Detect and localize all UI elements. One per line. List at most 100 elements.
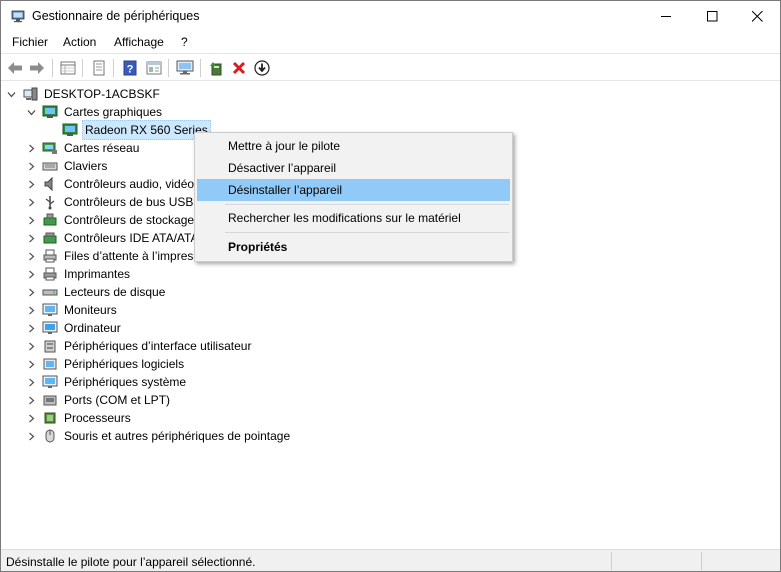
port-icon — [42, 392, 58, 408]
status-text: Désinstalle le pilote pour l’appareil sé… — [6, 555, 256, 569]
tree-category[interactable]: Périphériques logiciels — [26, 355, 186, 373]
ctx-disable-device[interactable]: Désactiver l’appareil — [197, 157, 510, 179]
ctx-properties[interactable]: Propriétés — [197, 236, 510, 258]
device-label: Radeon RX 560 Series — [82, 120, 211, 140]
ctx-scan-hardware[interactable]: Rechercher les modifications sur le maté… — [197, 207, 510, 229]
toolbar-separator — [82, 59, 83, 77]
expand-chevron-icon[interactable] — [26, 211, 36, 229]
tree-category[interactable]: Périphériques système — [26, 373, 188, 391]
keyboard-icon — [42, 158, 58, 174]
tree-category[interactable]: Moniteurs — [26, 301, 119, 319]
tree-category[interactable]: Lecteurs de disque — [26, 283, 167, 301]
expand-chevron-icon[interactable] — [26, 427, 36, 445]
uninstall-icon[interactable] — [229, 58, 249, 78]
ctx-separator — [225, 232, 509, 233]
category-label: Moniteurs — [64, 303, 117, 317]
expand-chevron-icon[interactable] — [26, 175, 36, 193]
toolbar-separator — [168, 59, 169, 77]
category-label: Périphériques d’interface utilisateur — [64, 339, 252, 353]
menu-action[interactable]: Action — [63, 35, 96, 49]
category-label: Processeurs — [64, 411, 131, 425]
system-device-icon — [42, 374, 58, 390]
display-adapter-icon — [62, 122, 78, 138]
maximize-button[interactable] — [689, 1, 735, 32]
toolbar: ? — [1, 53, 780, 81]
tree-category[interactable]: Contrôleurs de stockage — [26, 211, 196, 229]
expand-chevron-icon[interactable] — [26, 247, 36, 265]
forward-icon[interactable] — [27, 58, 47, 78]
monitor-scan-icon[interactable] — [175, 58, 195, 78]
expand-chevron-icon[interactable] — [26, 355, 36, 373]
category-label: Cartes graphiques — [64, 105, 163, 119]
update-driver-icon[interactable] — [89, 58, 109, 78]
expand-chevron-icon[interactable] — [26, 337, 36, 355]
minimize-button[interactable] — [643, 1, 689, 32]
menu-help[interactable]: ? — [181, 35, 188, 49]
monitor-icon — [42, 302, 58, 318]
expand-chevron-icon[interactable] — [26, 229, 36, 247]
expand-chevron-icon[interactable] — [26, 283, 36, 301]
category-label: Ordinateur — [64, 321, 121, 335]
expand-chevron-icon[interactable] — [26, 301, 36, 319]
collapse-chevron-icon[interactable] — [6, 85, 16, 103]
tree-category[interactable]: Périphériques d’interface utilisateur — [26, 337, 253, 355]
view-icon[interactable] — [144, 58, 164, 78]
expand-chevron-icon[interactable] — [26, 319, 36, 337]
tree-category[interactable]: Cartes réseau — [26, 139, 141, 157]
tree-category[interactable]: Contrôleurs IDE ATA/ATA — [26, 229, 200, 247]
expand-chevron-icon[interactable] — [26, 193, 36, 211]
category-label: Souris et autres périphériques de pointa… — [64, 429, 291, 443]
expand-chevron-icon[interactable] — [26, 157, 36, 175]
add-driver-icon[interactable] — [206, 58, 226, 78]
title-bar[interactable]: Gestionnaire de périphériques — [1, 1, 780, 32]
category-label: Contrôleurs de bus USB — [64, 195, 194, 209]
tree-category[interactable]: Souris et autres périphériques de pointa… — [26, 427, 292, 445]
toolbar-separator — [200, 59, 201, 77]
window-title: Gestionnaire de périphériques — [32, 9, 200, 23]
menu-bar: Fichier Action Affichage ? — [1, 32, 780, 53]
toolbar-separator — [52, 59, 53, 77]
expand-chevron-icon[interactable] — [26, 139, 36, 157]
tree-category[interactable]: Ports (COM et LPT) — [26, 391, 172, 409]
category-label: Claviers — [64, 159, 108, 173]
tree-category[interactable]: Processeurs — [26, 409, 133, 427]
category-label: Lecteurs de disque — [64, 285, 166, 299]
category-label: Imprimantes — [64, 267, 131, 281]
tree-category[interactable]: Imprimantes — [26, 265, 132, 283]
tree-category[interactable]: Contrôleurs de bus USB — [26, 193, 195, 211]
expand-chevron-icon[interactable] — [26, 409, 36, 427]
svg-text:?: ? — [127, 64, 134, 76]
status-bar: Désinstalle le pilote pour l’appareil sé… — [1, 549, 780, 571]
category-label: Files d’attente à l’impres — [64, 249, 194, 263]
status-divider — [611, 552, 612, 570]
software-device-icon — [42, 356, 58, 372]
menu-affichage[interactable]: Affichage — [114, 35, 164, 49]
properties-grid-icon[interactable] — [58, 58, 78, 78]
device-manager-window: Gestionnaire de périphériques Fichier Ac… — [0, 0, 781, 572]
tree-category-cartes-graphiques[interactable]: Cartes graphiques — [26, 103, 164, 121]
toolbar-separator — [113, 59, 114, 77]
ctx-update-driver[interactable]: Mettre à jour le pilote — [197, 135, 510, 157]
disk-drive-icon — [42, 284, 58, 300]
category-label: Périphériques logiciels — [64, 357, 185, 371]
help-icon[interactable]: ? — [120, 58, 140, 78]
download-icon[interactable] — [252, 58, 272, 78]
collapse-chevron-icon[interactable] — [26, 103, 36, 121]
expand-chevron-icon[interactable] — [26, 373, 36, 391]
tree-category[interactable]: Ordinateur — [26, 319, 123, 337]
tree-category[interactable]: Contrôleurs audio, vidéo — [26, 175, 196, 193]
expand-chevron-icon[interactable] — [26, 391, 36, 409]
tree-device-radeon[interactable]: Radeon RX 560 Series — [62, 120, 211, 140]
menu-fichier[interactable]: Fichier — [12, 35, 48, 49]
context-menu: Mettre à jour le pilote Désactiver l’app… — [194, 132, 513, 262]
close-button[interactable] — [734, 1, 780, 32]
expand-chevron-icon[interactable] — [26, 265, 36, 283]
ctx-separator — [225, 204, 509, 205]
ctx-uninstall-device[interactable]: Désinstaller l’appareil — [197, 179, 510, 201]
category-label: Contrôleurs de stockage — [64, 213, 195, 227]
tree-category[interactable]: Claviers — [26, 157, 109, 175]
back-icon[interactable] — [5, 58, 25, 78]
hid-icon — [42, 338, 58, 354]
tree-category[interactable]: Files d’attente à l’impres — [26, 247, 195, 265]
tree-root[interactable]: DESKTOP-1ACBSKF — [6, 85, 162, 103]
